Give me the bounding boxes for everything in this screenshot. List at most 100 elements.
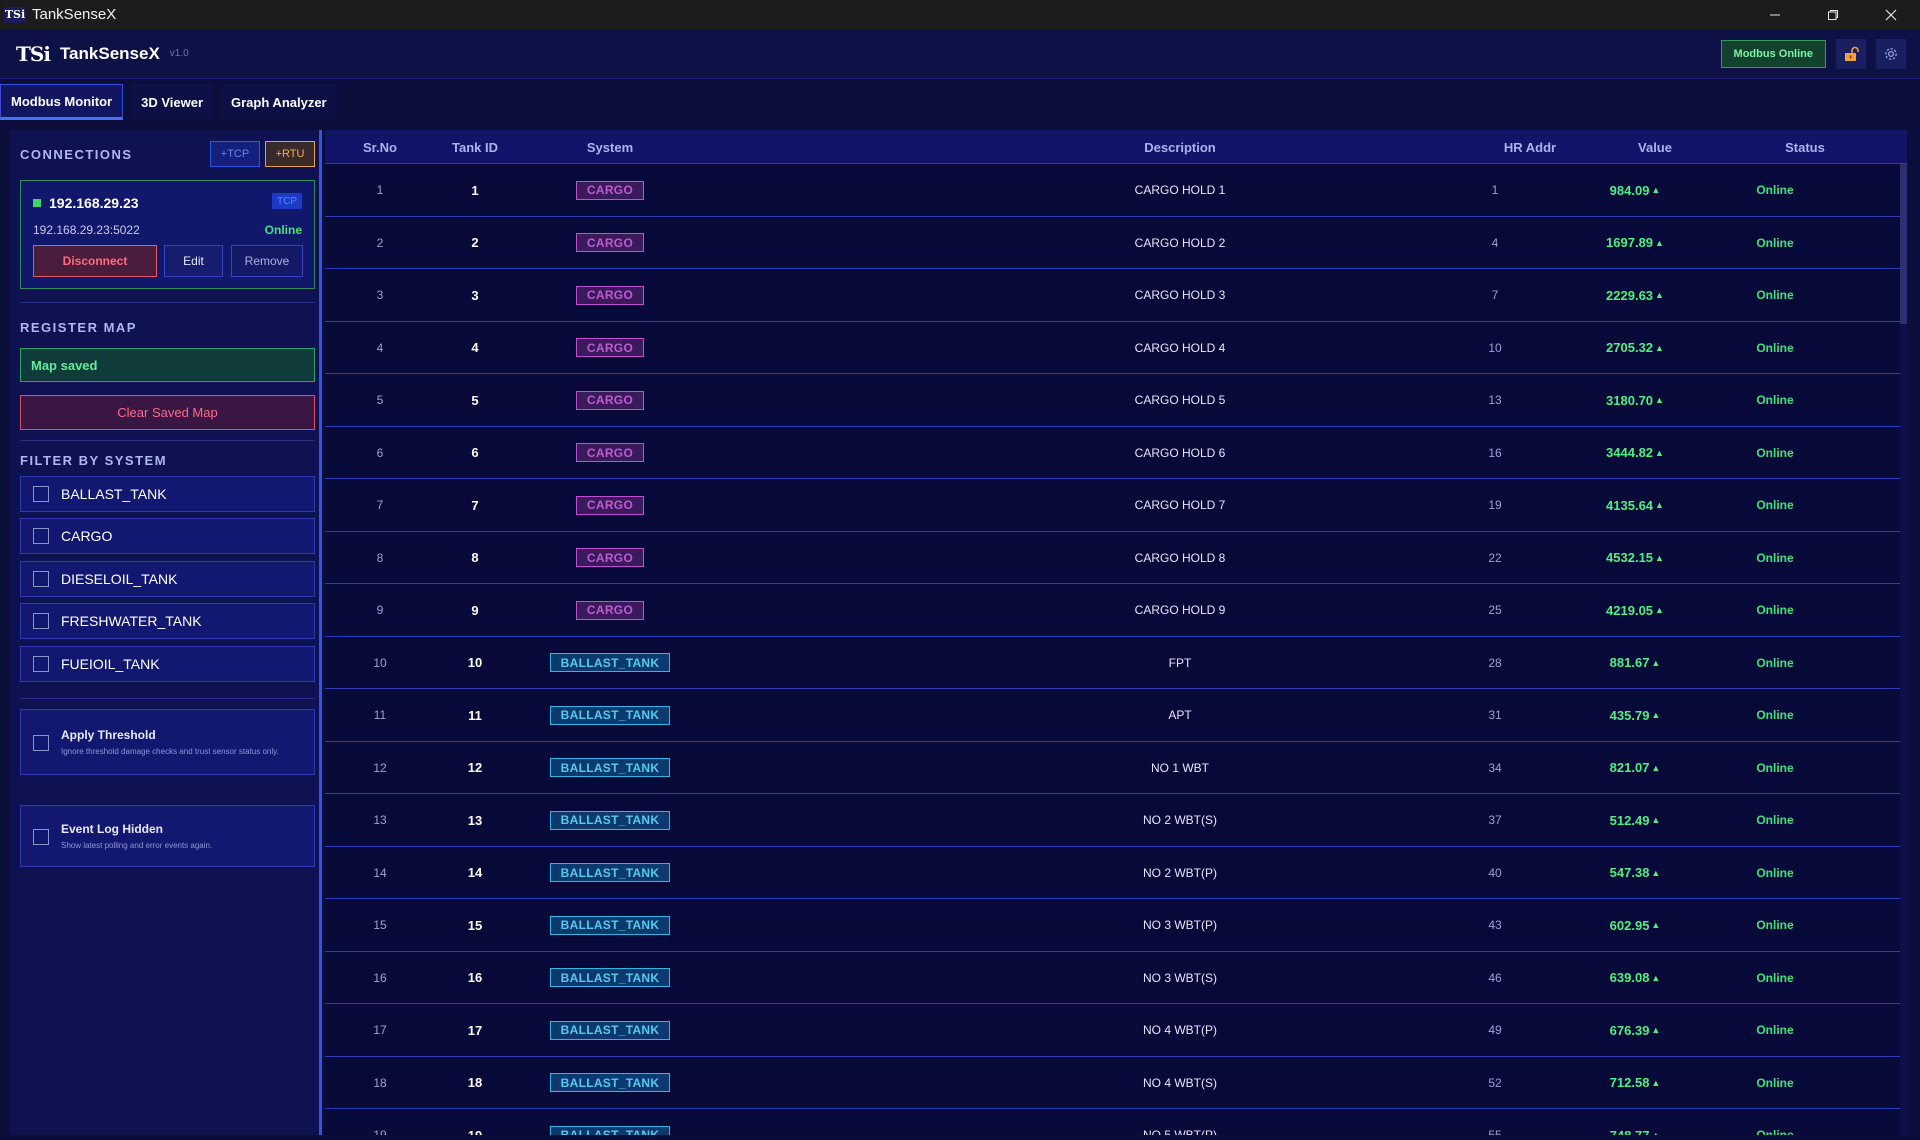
col-status[interactable]: Status (1725, 140, 1885, 155)
cell-sr-no: 6 (376, 445, 384, 460)
checkbox[interactable] (33, 571, 49, 587)
cell-hr-addr: 1 (1491, 183, 1499, 198)
col-hr-addr[interactable]: HR Addr (1470, 140, 1590, 155)
tab-graph-analyzer[interactable]: Graph Analyzer (221, 84, 337, 120)
col-value[interactable]: Value (1575, 140, 1735, 155)
table-row[interactable]: 3 3 CARGO CARGO HOLD 3 7 2229.63 ▲ Online (325, 269, 1900, 322)
value-text: 435.79 (1609, 707, 1650, 723)
event-log-option[interactable]: Event Log Hidden Show latest polling and… (20, 805, 315, 867)
cell-hr-addr: 43 (1488, 918, 1502, 933)
table-row[interactable]: 17 17 BALLAST_TANK NO 4 WBT(P) 49 676.39 ▲ Onli… (325, 1004, 1900, 1057)
cell-tank-id: 12 (467, 760, 483, 776)
filter-ballast-tank[interactable]: BALLAST_TANK (20, 476, 315, 512)
cell-status: Online (1756, 235, 1794, 250)
cell-status: Online (1756, 393, 1794, 408)
apply-threshold-checkbox[interactable] (33, 735, 49, 751)
cell-status: Online (1756, 813, 1794, 828)
apply-threshold-option[interactable]: Apply Threshold Ignore threshold damage … (20, 709, 315, 775)
modbus-status-badge[interactable]: Modbus Online (1720, 40, 1826, 68)
table-row[interactable]: 18 18 BALLAST_TANK NO 4 WBT(S) 52 712.58 ▲ Onli… (325, 1057, 1900, 1109)
filter-freshwater-tank[interactable]: FRESHWATER_TANK (20, 603, 315, 639)
event-log-checkbox[interactable] (33, 829, 49, 845)
add-rtu-button[interactable]: +RTU (265, 141, 315, 167)
cell-value: 512.49 ▲ (1555, 794, 1715, 847)
map-saved-status: Map saved (20, 348, 315, 382)
cell-system: BALLAST_TANK (515, 689, 705, 742)
table-row[interactable]: 2 2 CARGO CARGO HOLD 2 4 1697.89 ▲ Online (325, 217, 1900, 270)
cell-value: 4532.15 ▲ (1555, 532, 1715, 585)
cell-tank-id: 18 (467, 1075, 483, 1091)
close-icon[interactable] (1862, 0, 1920, 29)
table-row[interactable]: 7 7 CARGO CARGO HOLD 7 19 4135.64 ▲ Online (325, 479, 1900, 532)
table-row[interactable]: 8 8 CARGO CARGO HOLD 8 22 4532.15 ▲ Online (325, 532, 1900, 585)
checkbox[interactable] (33, 528, 49, 544)
add-tcp-button[interactable]: +TCP (210, 141, 260, 167)
table-row[interactable]: 9 9 CARGO CARGO HOLD 9 25 4219.05 ▲ Online (325, 584, 1900, 637)
system-badge: CARGO (575, 600, 645, 620)
cell-tank-id: 8 (471, 550, 479, 566)
cell-sr-no: 11 (373, 708, 387, 723)
col-tank-id[interactable]: Tank ID (435, 140, 515, 155)
cell-tank-id: 1 (471, 182, 479, 198)
edit-connection-button[interactable]: Edit (164, 245, 223, 277)
checkbox[interactable] (33, 486, 49, 502)
table-row[interactable]: 11 11 BALLAST_TANK APT 31 435.79 ▲ Online (325, 689, 1900, 742)
tab-3d-viewer[interactable]: 3D Viewer (131, 84, 214, 120)
clear-saved-map-button[interactable]: Clear Saved Map (20, 395, 315, 430)
table-row[interactable]: 5 5 CARGO CARGO HOLD 5 13 3180.70 ▲ Online (325, 374, 1900, 427)
cell-value: 748.77▲ (1555, 1109, 1715, 1135)
system-badge: BALLAST_TANK (549, 653, 671, 673)
table-row[interactable]: 13 13 BALLAST_TANK NO 2 WBT(S) 37 512.49 ▲ Onli… (325, 794, 1900, 847)
settings-gear-icon[interactable] (1876, 39, 1906, 69)
value-text: 3180.70 (1606, 392, 1654, 408)
unlock-icon[interactable] (1836, 39, 1866, 69)
cell-status: Online (1756, 655, 1794, 670)
cell-system: CARGO (515, 322, 705, 375)
scrollbar-thumb[interactable] (1900, 164, 1907, 324)
system-badge: BALLAST_TANK (549, 915, 671, 935)
brand-name: TankSenseX (59, 43, 160, 63)
cell-tank-id: 7 (471, 497, 479, 513)
table-row[interactable]: 1919BALLAST_TANKNO 5 WBT(P)55748.77▲Onli… (325, 1109, 1900, 1135)
table-scrollbar[interactable] (1900, 164, 1907, 1135)
table-row[interactable]: 15 15 BALLAST_TANK NO 3 WBT(P) 43 602.95 ▲ Onli… (325, 899, 1900, 952)
trend-up-icon: ▲ (1651, 657, 1661, 668)
cell-tank-id: 17 (467, 1022, 483, 1038)
checkbox[interactable] (33, 656, 49, 672)
restore-icon[interactable] (1804, 0, 1862, 29)
connection-card: 192.168.29.23 TCP 192.168.29.23:5022 Onl… (20, 180, 315, 289)
cell-system: CARGO (515, 217, 705, 270)
cell-status: Online (1756, 445, 1794, 460)
cell-value: 4135.64 ▲ (1555, 479, 1715, 532)
cell-sr-no: 5 (376, 393, 384, 408)
cell-system: BALLAST_TANK (515, 952, 705, 1005)
col-sr-no[interactable]: Sr.No (325, 140, 435, 155)
cell-system: CARGO (515, 479, 705, 532)
filter-dieseloil-tank[interactable]: DIESELOIL_TANK (20, 561, 315, 597)
remove-connection-button[interactable]: Remove (231, 245, 303, 277)
filter-fueloil-tank[interactable]: FUEIOIL_TANK (20, 646, 315, 682)
cell-value: 3444.82 ▲ (1555, 427, 1715, 480)
cell-sr-no: 1 (376, 183, 384, 198)
cell-system: CARGO (515, 532, 705, 585)
connection-type-badge: TCP (272, 193, 302, 209)
table-row[interactable]: 1 1 CARGO CARGO HOLD 1 1 984.09 ▲ Online (325, 164, 1900, 217)
connection-status: Online (264, 223, 302, 237)
brand-logo-icon: TSi (16, 41, 51, 66)
checkbox[interactable] (33, 613, 49, 629)
trend-up-icon: ▲ (1655, 552, 1664, 563)
filter-cargo[interactable]: CARGO (20, 518, 315, 554)
disconnect-button[interactable]: Disconnect (33, 245, 157, 277)
table-row[interactable]: 4 4 CARGO CARGO HOLD 4 10 2705.32 ▲ Online (325, 322, 1900, 375)
cell-tank-id: 2 (471, 235, 479, 251)
tab-modbus-monitor[interactable]: Modbus Monitor (0, 84, 124, 120)
table-row[interactable]: 6 6 CARGO CARGO HOLD 6 16 3444.82 ▲ Online (325, 427, 1900, 480)
table-row[interactable]: 16 16 BALLAST_TANK NO 3 WBT(S) 46 639.08 ▲ Onli… (325, 952, 1900, 1005)
cell-sr-no: 16 (373, 970, 387, 985)
minimize-icon[interactable] (1746, 0, 1804, 29)
col-system[interactable]: System (515, 140, 705, 155)
table-row[interactable]: 10 10 BALLAST_TANK FPT 28 881.67 ▲ Online (325, 637, 1900, 689)
system-badge: BALLAST_TANK (549, 1125, 671, 1135)
table-row[interactable]: 12 12 BALLAST_TANK NO 1 WBT 34 821.07 ▲ Online (325, 742, 1900, 794)
table-row[interactable]: 14 14 BALLAST_TANK NO 2 WBT(P) 40 547.38 ▲ Onli… (325, 847, 1900, 899)
